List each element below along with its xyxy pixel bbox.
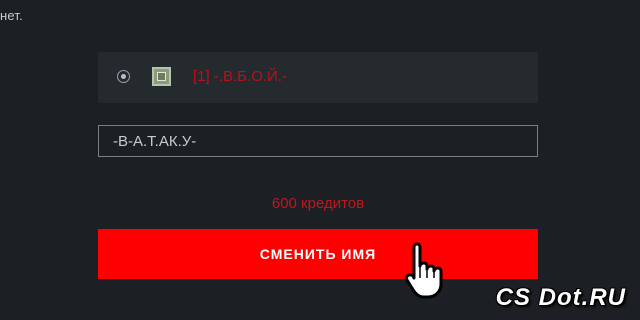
- watermark-logo: CS Dot.RU: [495, 284, 626, 311]
- clan-radio-button[interactable]: [117, 70, 130, 83]
- radio-selected-dot: [121, 74, 126, 79]
- clan-label: [1] -.В.Б.О.Й.-: [193, 68, 287, 85]
- clan-tag-icon-inner: [157, 72, 166, 81]
- clan-tag-icon: [152, 67, 171, 86]
- name-input[interactable]: [98, 125, 538, 157]
- top-partial-text: нет.: [0, 8, 23, 23]
- price-label: 600 кредитов: [271, 195, 365, 212]
- clan-option-card[interactable]: [1] -.В.Б.О.Й.-: [98, 52, 538, 103]
- hand-pointer-icon: [405, 242, 443, 299]
- change-name-button[interactable]: СМЕНИТЬ ИМЯ: [98, 229, 538, 279]
